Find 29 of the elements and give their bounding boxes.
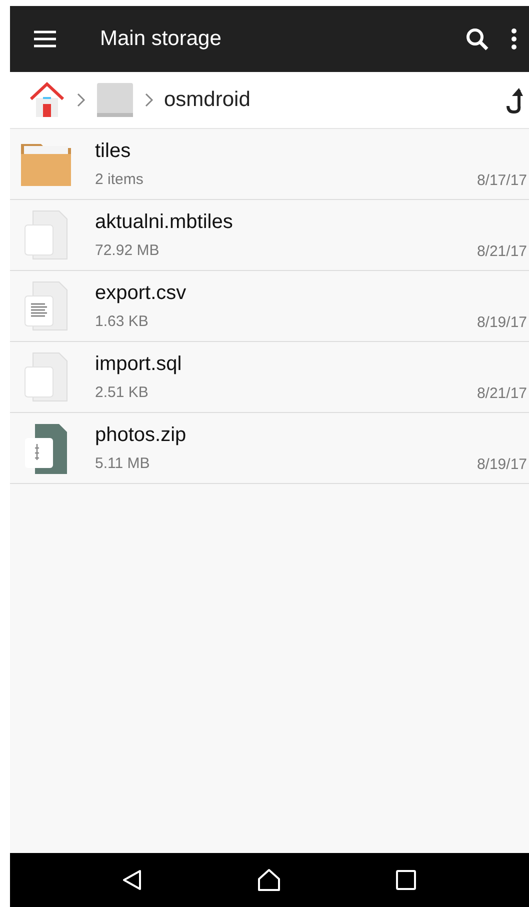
more-icon[interactable]: [511, 28, 517, 50]
file-date: 8/19/17: [476, 314, 527, 331]
file-name: tiles: [95, 140, 132, 163]
file-row[interactable]: aktualni.mbtiles 72.92 MB 8/21/17: [10, 200, 529, 271]
file-date: 8/19/17: [476, 456, 527, 473]
search-icon[interactable]: [465, 27, 489, 51]
toolbar-title: Main storage: [100, 27, 222, 51]
file-date: 8/21/17: [476, 243, 527, 260]
current-folder[interactable]: osmdroid: [164, 88, 505, 112]
file-row[interactable]: import.sql 2.51 KB 8/21/17: [10, 342, 529, 413]
file-date: 8/17/17: [476, 172, 527, 189]
file-detail: 5.11 MB: [95, 455, 151, 472]
file-name: export.csv: [95, 282, 188, 305]
up-arrow-icon[interactable]: [505, 86, 523, 114]
chevron-icon: [76, 92, 86, 108]
menu-icon[interactable]: [32, 29, 58, 49]
file-name: aktualni.mbtiles: [95, 211, 234, 234]
file-date: 8/21/17: [476, 385, 527, 402]
file-detail: 2.51 KB: [95, 384, 150, 401]
file-detail: 2 items: [95, 171, 144, 188]
file-row[interactable]: photos.zip 5.11 MB 8/19/17: [10, 413, 529, 484]
file-detail: 72.92 MB: [95, 242, 160, 259]
home-icon[interactable]: [256, 867, 282, 893]
file-row[interactable]: tiles 2 items 8/17/17: [10, 129, 529, 200]
file-name: photos.zip: [95, 424, 188, 447]
file-name: import.sql: [95, 353, 183, 376]
file-row[interactable]: export.csv 1.63 KB 8/19/17: [10, 271, 529, 342]
chevron-icon: [144, 92, 154, 108]
file-detail: 1.63 KB: [95, 313, 150, 330]
